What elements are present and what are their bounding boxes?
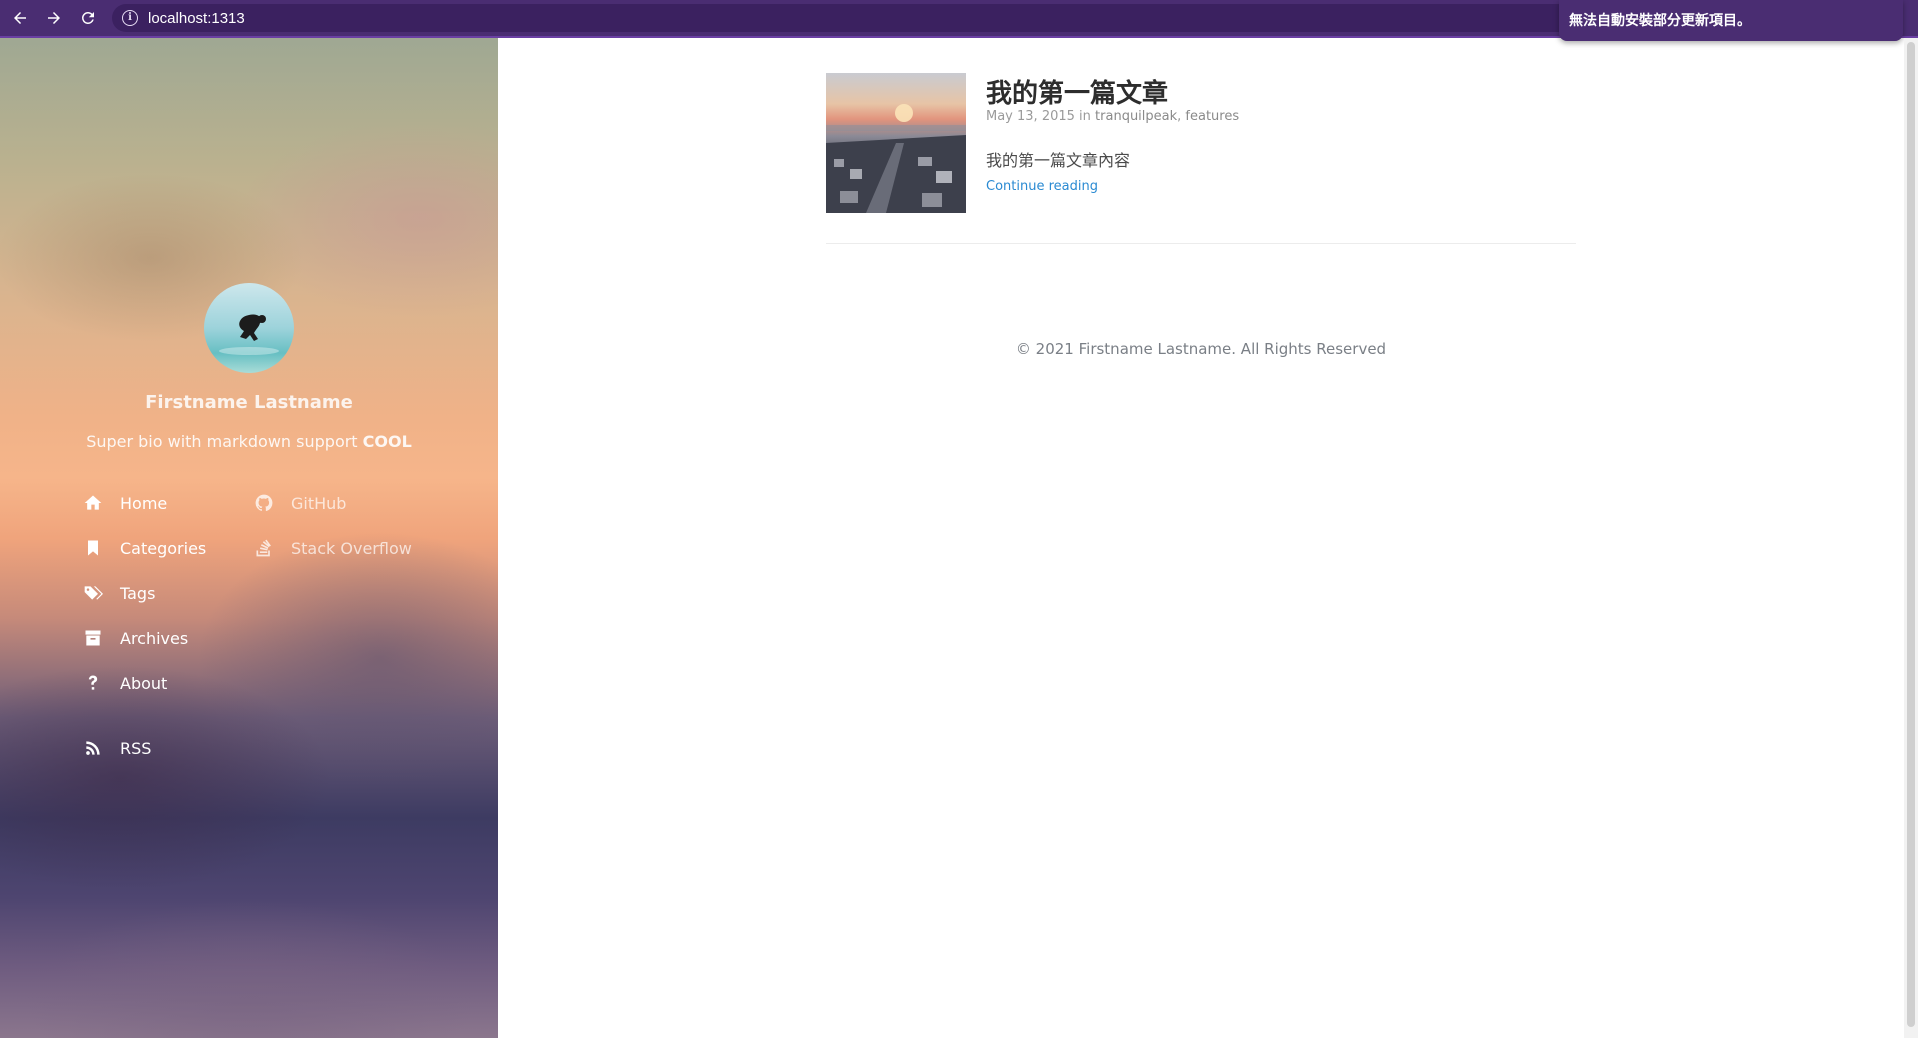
post-meta-in: in [1079, 109, 1091, 124]
footer-copyright: © 2021 Firstname Lastname. All Rights Re… [1015, 340, 1387, 358]
update-notification-text: 無法自動安裝部分更新項目。 [1569, 13, 1751, 29]
city-thumbnail-image [826, 104, 966, 213]
github-icon [251, 491, 277, 515]
bio-text: Super bio with markdown support [86, 432, 363, 451]
sidebar: Firstname Lastname Super bio with markdo… [0, 38, 498, 1038]
update-notification: 無法自動安裝部分更新項目。 [1559, 0, 1903, 41]
stack-overflow-icon [251, 536, 277, 560]
arrow-right-icon [48, 12, 60, 24]
arrow-left-icon [14, 12, 26, 24]
post-excerpt-text: 我的第一篇文章內容 [986, 151, 1131, 170]
reload-button[interactable] [74, 4, 102, 32]
avatar-image [219, 314, 279, 355]
bio-bold: COOL [362, 432, 412, 451]
continue-reading-link[interactable]: Continue reading [986, 179, 1098, 194]
archive-icon [80, 626, 106, 650]
sidebar-item-label: Tags [120, 583, 156, 603]
post-date: May 13, 2015 [986, 109, 1075, 124]
sidebar-item-archives[interactable]: Archives [80, 626, 188, 650]
category-link[interactable]: features [1185, 109, 1239, 124]
back-button[interactable] [6, 4, 34, 32]
sidebar-item-github[interactable]: GitHub [251, 491, 346, 515]
avatar[interactable] [204, 283, 294, 373]
post-meta: May 13, 2015 in tranquilpeak, features [986, 109, 1240, 124]
sidebar-item-about[interactable]: About [80, 671, 167, 695]
sidebar-item-tags[interactable]: Tags [80, 581, 155, 605]
post-thumbnail[interactable] [826, 73, 966, 213]
scrollbar-thumb[interactable] [1907, 42, 1915, 1027]
sidebar-item-label: Home [120, 493, 168, 513]
sidebar-item-label: Archives [120, 628, 189, 648]
reload-icon [81, 11, 94, 24]
tags-icon [80, 581, 106, 605]
sidebar-item-home[interactable]: Home [80, 491, 167, 515]
url-text: localhost:1313 [148, 9, 245, 27]
sidebar-item-label: Stack Overflow [291, 538, 412, 558]
sidebar-item-label: About [120, 673, 168, 693]
category-link[interactable]: tranquilpeak [1095, 109, 1177, 124]
post-divider [826, 243, 1576, 244]
author-bio: Super bio with markdown support COOL [0, 432, 498, 451]
sidebar-item-categories[interactable]: Categories [80, 536, 206, 560]
bookmark-icon [80, 536, 106, 560]
address-bar[interactable]: i localhost:1313 [112, 4, 1572, 32]
page-scrollbar[interactable] [1904, 38, 1918, 1038]
sidebar-item-label: GitHub [291, 493, 347, 513]
author-name[interactable]: Firstname Lastname [0, 392, 498, 413]
home-icon [80, 491, 106, 515]
sidebar-item-label: Categories [120, 538, 207, 558]
forward-button[interactable] [40, 4, 68, 32]
rss-icon [80, 736, 106, 760]
post-title[interactable]: 我的第一篇文章 [986, 73, 1168, 110]
site-info-icon[interactable]: i [122, 10, 138, 26]
question-icon [80, 671, 106, 695]
sidebar-item-label: RSS [120, 738, 152, 758]
sidebar-item-stack-overflow[interactable]: Stack Overflow [251, 536, 412, 560]
sidebar-item-rss[interactable]: RSS [80, 736, 151, 760]
